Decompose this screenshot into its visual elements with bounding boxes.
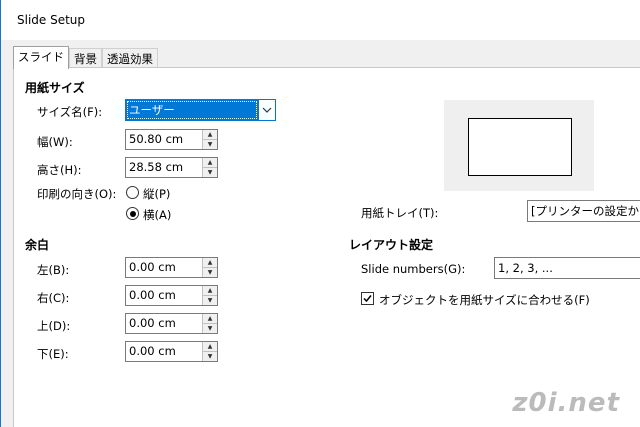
width-value[interactable]: 50.80 cm: [126, 130, 202, 149]
spin-up-icon[interactable]: ▲: [203, 342, 217, 351]
margins-heading: 余白: [25, 238, 50, 252]
spin-up-icon[interactable]: ▲: [203, 314, 217, 323]
spin-down-icon[interactable]: ▼: [203, 323, 217, 333]
size-name-value: ユーザー: [126, 100, 258, 120]
margin-left-spinbox[interactable]: 0.00 cm ▲ ▼: [125, 257, 218, 278]
watermark-logo: z0i.net: [512, 388, 620, 418]
tab-slide[interactable]: スライド: [13, 46, 69, 69]
page-preview: [444, 100, 594, 191]
margin-bottom-label: 下(E):: [37, 347, 69, 361]
slide-setup-dialog: Slide Setup スライド 背景 透過効果 用紙サイズ サイズ名(F): …: [0, 0, 640, 427]
tab-background[interactable]: 背景: [69, 48, 102, 68]
width-spinbox[interactable]: 50.80 cm ▲ ▼: [125, 129, 218, 150]
margin-bottom-value[interactable]: 0.00 cm: [126, 342, 202, 361]
spin-down-icon[interactable]: ▼: [203, 139, 217, 149]
tab-bar: スライド 背景 透過効果: [13, 46, 158, 69]
margin-left-label: 左(B):: [37, 263, 70, 277]
chevron-down-icon[interactable]: [258, 100, 275, 120]
height-value[interactable]: 28.58 cm: [126, 158, 202, 177]
margin-top-spinbox[interactable]: 0.00 cm ▲ ▼: [125, 313, 218, 334]
spin-down-icon[interactable]: ▼: [203, 295, 217, 305]
spin-up-icon[interactable]: ▲: [203, 258, 217, 267]
spin-up-icon[interactable]: ▲: [203, 286, 217, 295]
margin-right-label: 右(C):: [37, 291, 70, 305]
fit-object-label: オブジェクトを用紙サイズに合わせる(F): [379, 293, 590, 307]
height-label: 高さ(H):: [37, 163, 82, 177]
portrait-label: 縦(P): [143, 187, 171, 201]
spin-up-icon[interactable]: ▲: [203, 158, 217, 167]
portrait-radio[interactable]: [126, 186, 139, 199]
checkmark-icon: [363, 295, 372, 303]
window-title: Slide Setup: [17, 13, 86, 27]
spin-up-icon[interactable]: ▲: [203, 130, 217, 139]
margin-right-value[interactable]: 0.00 cm: [126, 286, 202, 305]
margin-right-spinbox[interactable]: 0.00 cm ▲ ▼: [125, 285, 218, 306]
spin-down-icon[interactable]: ▼: [203, 351, 217, 361]
paper-tray-select[interactable]: [プリンターの設定から]: [527, 200, 640, 222]
fit-object-checkbox[interactable]: [361, 292, 374, 305]
spin-down-icon[interactable]: ▼: [203, 167, 217, 177]
size-name-label: サイズ名(F):: [37, 105, 103, 119]
layout-settings-heading: レイアウト設定: [349, 238, 434, 252]
tab-transparency[interactable]: 透過効果: [102, 48, 158, 68]
landscape-label: 横(A): [143, 208, 172, 222]
margin-top-value[interactable]: 0.00 cm: [126, 314, 202, 333]
size-name-select[interactable]: ユーザー: [125, 99, 276, 121]
orientation-label: 印刷の向き(O):: [37, 187, 117, 201]
paper-format-heading: 用紙サイズ: [25, 81, 85, 95]
margin-bottom-spinbox[interactable]: 0.00 cm ▲ ▼: [125, 341, 218, 362]
width-label: 幅(W):: [37, 135, 73, 149]
paper-tray-label: 用紙トレイ(T):: [361, 206, 439, 220]
spin-down-icon[interactable]: ▼: [203, 267, 217, 277]
margin-top-label: 上(D):: [37, 319, 71, 333]
landscape-radio[interactable]: [126, 207, 139, 220]
height-spinbox[interactable]: 28.58 cm ▲ ▼: [125, 157, 218, 178]
slide-numbers-select[interactable]: 1, 2, 3, ...: [494, 257, 640, 279]
slide-numbers-label: Slide numbers(G):: [361, 262, 466, 276]
title-bar: Slide Setup: [1, 0, 640, 40]
margin-left-value[interactable]: 0.00 cm: [126, 258, 202, 277]
paper-preview-shape: [468, 118, 572, 176]
